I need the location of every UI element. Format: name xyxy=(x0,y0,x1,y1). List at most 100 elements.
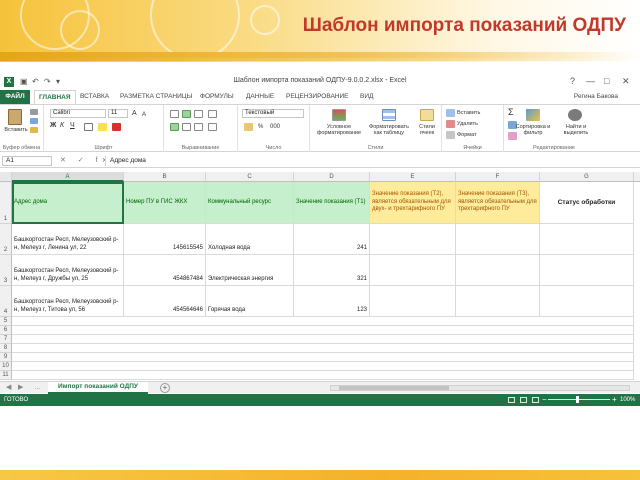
paste-icon[interactable] xyxy=(8,109,22,125)
empty-row[interactable] xyxy=(12,335,634,344)
empty-row[interactable] xyxy=(12,326,634,335)
zoom-out-button[interactable]: − xyxy=(542,394,547,406)
fx-icon[interactable]: ✕ ✓ fx xyxy=(60,156,111,164)
select-all-corner[interactable] xyxy=(0,172,12,182)
header-cell-t1[interactable]: Значение показания (Т1) xyxy=(294,182,370,224)
row-header[interactable]: 2 xyxy=(0,224,12,255)
copy-icon[interactable] xyxy=(30,118,38,124)
conditional-formatting-icon[interactable] xyxy=(332,109,346,121)
cell-styles-button[interactable]: Стили ячеек xyxy=(414,124,440,136)
insert-cells-button[interactable]: Вставить xyxy=(457,110,480,116)
close-button[interactable]: ✕ xyxy=(622,76,630,87)
tab-home[interactable]: ГЛАВНАЯ xyxy=(34,90,76,104)
header-cell-address[interactable]: Адрес дома xyxy=(12,182,124,224)
t2-value-cell[interactable] xyxy=(370,286,456,317)
t3-value-cell[interactable] xyxy=(456,286,540,317)
align-center-icon[interactable] xyxy=(182,123,191,131)
zoom-slider-knob[interactable] xyxy=(576,396,579,403)
header-cell-resource[interactable]: Коммунальный ресурс xyxy=(206,182,294,224)
format-as-table-icon[interactable] xyxy=(382,109,396,121)
empty-row[interactable] xyxy=(12,317,634,326)
font-name-select[interactable]: Calibri xyxy=(50,109,106,118)
meter-number-cell[interactable]: 454867484 xyxy=(124,255,206,286)
t1-value-cell[interactable]: 123 xyxy=(294,286,370,317)
row-header[interactable]: 8 xyxy=(0,344,12,353)
resource-cell[interactable]: Горячая вода xyxy=(206,286,294,317)
currency-format-icon[interactable] xyxy=(244,123,253,131)
header-cell-meter[interactable]: Номер ПУ в ГИС ЖКХ xyxy=(124,182,206,224)
name-box[interactable]: A1 xyxy=(2,156,52,166)
add-sheet-button[interactable]: + xyxy=(160,383,170,393)
sheet-next-icon[interactable]: ▶ xyxy=(18,383,23,393)
percent-format-icon[interactable]: % xyxy=(258,124,263,130)
column-header-f[interactable]: F xyxy=(456,172,540,182)
cut-icon[interactable] xyxy=(30,109,38,115)
page-break-view-icon[interactable] xyxy=(532,397,539,403)
meter-number-cell[interactable]: 145615545 xyxy=(124,224,206,255)
t2-value-cell[interactable] xyxy=(370,255,456,286)
empty-row[interactable] xyxy=(12,344,634,353)
fill-color-icon[interactable] xyxy=(98,123,107,131)
paste-button[interactable]: Вставить xyxy=(2,127,30,133)
format-cells-button[interactable]: Формат xyxy=(457,132,477,138)
resource-cell[interactable]: Холодная вода xyxy=(206,224,294,255)
format-as-table-button[interactable]: Форматировать как таблицу xyxy=(366,124,412,136)
formula-input[interactable]: Адрес дома xyxy=(105,156,635,166)
find-select-icon[interactable] xyxy=(568,109,582,121)
cell-styles-icon[interactable] xyxy=(420,109,434,121)
align-right-icon[interactable] xyxy=(194,123,203,131)
autosum-icon[interactable]: Σ xyxy=(508,108,514,117)
align-bottom-icon[interactable] xyxy=(194,110,203,118)
delete-cells-icon[interactable] xyxy=(446,120,455,128)
status-cell[interactable] xyxy=(540,286,634,317)
column-header-a[interactable]: A xyxy=(12,172,124,182)
status-cell[interactable] xyxy=(540,224,634,255)
tab-data[interactable]: ДАННЫЕ xyxy=(246,90,274,104)
insert-cells-icon[interactable] xyxy=(446,109,455,117)
tab-file[interactable]: ФАЙЛ xyxy=(0,90,30,104)
number-format-select[interactable]: Текстовый xyxy=(242,109,304,118)
comma-format-icon[interactable]: 000 xyxy=(270,124,280,130)
column-header-b[interactable]: B xyxy=(124,172,206,182)
delete-cells-button[interactable]: Удалить xyxy=(457,121,478,127)
format-cells-icon[interactable] xyxy=(446,131,455,139)
tab-page-layout[interactable]: РАЗМЕТКА СТРАНИЦЫ xyxy=(120,90,192,104)
tab-formulas[interactable]: ФОРМУЛЫ xyxy=(200,90,234,104)
address-cell[interactable]: Башкортостан Респ, Мелеузовский р-н, Мел… xyxy=(12,286,124,317)
empty-row[interactable] xyxy=(12,362,634,371)
empty-row[interactable] xyxy=(12,353,634,362)
sort-filter-button[interactable]: Сортировка и фильтр xyxy=(510,124,556,136)
tab-review[interactable]: РЕЦЕНЗИРОВАНИЕ xyxy=(286,90,349,104)
row-header[interactable]: 3 xyxy=(0,255,12,286)
normal-view-icon[interactable] xyxy=(508,397,515,403)
tab-view[interactable]: ВИД xyxy=(360,90,373,104)
t1-value-cell[interactable]: 321 xyxy=(294,255,370,286)
page-layout-view-icon[interactable] xyxy=(520,397,527,403)
align-middle-icon[interactable] xyxy=(182,110,191,118)
sheet-tab[interactable]: Импорт показаний ОДПУ xyxy=(48,382,148,394)
format-painter-icon[interactable] xyxy=(30,127,38,133)
user-name[interactable]: Регина Бакова xyxy=(574,90,618,104)
horizontal-scrollbar[interactable] xyxy=(330,385,630,391)
row-header[interactable]: 1 xyxy=(0,182,12,224)
empty-row[interactable] xyxy=(12,371,634,380)
align-top-icon[interactable] xyxy=(170,110,179,118)
borders-icon[interactable] xyxy=(84,123,93,131)
column-header-c[interactable]: C xyxy=(206,172,294,182)
font-shrink-icon[interactable]: A xyxy=(142,112,146,118)
meter-number-cell[interactable]: 454564646 xyxy=(124,286,206,317)
font-size-select[interactable]: 11 xyxy=(108,109,128,118)
font-grow-icon[interactable]: A xyxy=(132,110,137,117)
header-cell-t3[interactable]: Значение показания (Т3), является обязат… xyxy=(456,182,540,224)
sort-filter-icon[interactable] xyxy=(526,109,540,121)
header-cell-status[interactable]: Статус обработки xyxy=(540,182,634,224)
scrollbar-thumb[interactable] xyxy=(339,386,449,390)
row-header[interactable]: 7 xyxy=(0,335,12,344)
sheet-prev-icon[interactable]: ◀ xyxy=(6,383,11,393)
t2-value-cell[interactable] xyxy=(370,224,456,255)
t3-value-cell[interactable] xyxy=(456,224,540,255)
bold-button[interactable]: Ж xyxy=(50,122,56,129)
zoom-in-button[interactable]: + xyxy=(612,394,617,406)
row-header[interactable]: 4 xyxy=(0,286,12,317)
maximize-button[interactable]: □ xyxy=(604,76,609,87)
